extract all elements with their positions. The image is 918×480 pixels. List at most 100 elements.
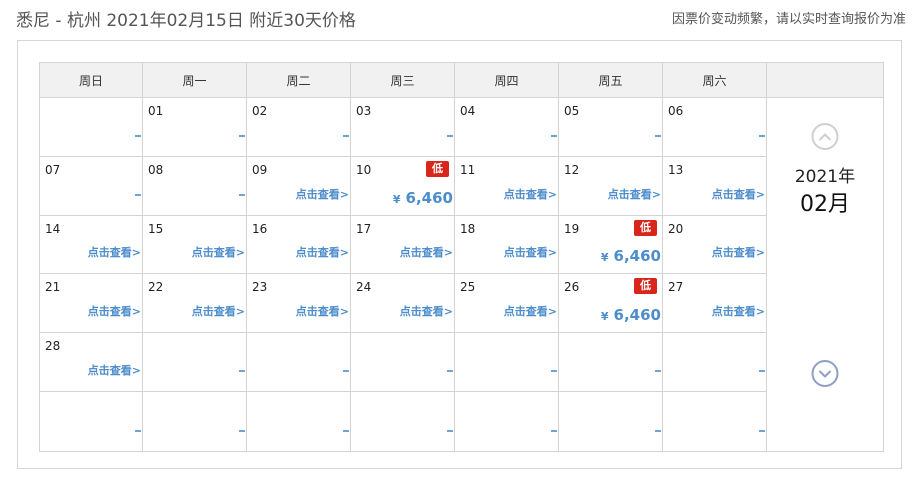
no-price-dash	[343, 429, 349, 432]
calendar-day-cell	[247, 392, 351, 451]
day-number: 19	[564, 221, 580, 236]
calendar-day-cell[interactable]: 14 点击查看>	[40, 215, 143, 275]
calendar-day-cell[interactable]: 20 点击查看>	[663, 215, 767, 275]
view-price-link[interactable]: 点击查看>	[400, 244, 453, 260]
calendar-day-cell	[40, 98, 143, 157]
view-price-link[interactable]: 点击查看>	[88, 303, 141, 319]
view-price-link[interactable]: 点击查看>	[608, 186, 661, 202]
currency-symbol: ¥	[600, 310, 609, 324]
day-number: 16	[252, 221, 268, 236]
no-price-dash	[343, 134, 349, 137]
calendar-day-cell: 08	[143, 156, 247, 216]
calendar-day-cell	[351, 333, 455, 393]
view-price-link[interactable]: 点击查看>	[296, 303, 349, 319]
calendar-day-cell[interactable]: 21 点击查看>	[40, 274, 143, 334]
price-amount: 6,460	[405, 188, 453, 207]
calendar-day-cell[interactable]: 25 点击查看>	[455, 274, 559, 334]
chevron-up-icon	[818, 132, 832, 141]
day-number: 20	[668, 221, 684, 236]
calendar-day-cell[interactable]: 27 点击查看>	[663, 274, 767, 334]
calendar-year: 2021年	[794, 167, 856, 187]
day-number: 13	[668, 162, 684, 177]
currency-symbol: ¥	[392, 192, 401, 206]
calendar-day-cell[interactable]: 28 点击查看>	[40, 333, 143, 393]
day-number: 26	[564, 280, 580, 295]
day-number: 12	[564, 162, 580, 177]
calendar-day-cell[interactable]: 18 点击查看>	[455, 215, 559, 275]
view-price-link[interactable]: 点击查看>	[88, 362, 141, 378]
calendar-day-cell[interactable]: 26 低 ¥6,460	[559, 274, 663, 334]
view-price-link[interactable]: 点击查看>	[504, 244, 557, 260]
price-link[interactable]: ¥6,460	[601, 247, 661, 265]
day-number: 10	[356, 162, 372, 177]
no-price-dash	[447, 429, 453, 432]
calendar-day-cell[interactable]: 17 点击查看>	[351, 215, 455, 275]
price-link[interactable]: ¥6,460	[601, 306, 661, 324]
view-price-link[interactable]: 点击查看>	[192, 244, 245, 260]
calendar-day-cell	[663, 392, 767, 451]
weekday-header-thu: 周四	[455, 63, 559, 98]
view-price-link[interactable]: 点击查看>	[88, 244, 141, 260]
calendar-day-cell: 05	[559, 98, 663, 157]
weekday-header-mon: 周一	[143, 63, 247, 98]
page-title: 悉尼 - 杭州 2021年02月15日 附近30天价格	[16, 11, 356, 31]
next-month-button[interactable]	[811, 360, 839, 387]
calendar-day-cell[interactable]: 09 点击查看>	[247, 156, 351, 216]
view-price-link[interactable]: 点击查看>	[504, 186, 557, 202]
side-header	[767, 63, 883, 98]
weekday-header-wed: 周三	[351, 63, 455, 98]
currency-symbol: ¥	[600, 251, 609, 265]
weekday-header-sun: 周日	[40, 63, 143, 98]
calendar-day-cell[interactable]: 22 点击查看>	[143, 274, 247, 334]
day-number: 08	[148, 162, 164, 177]
calendar-day-cell	[143, 392, 247, 451]
calendar-day-cell	[455, 392, 559, 451]
no-price-dash	[447, 370, 453, 373]
day-number: 04	[460, 104, 476, 118]
prev-month-button[interactable]	[811, 123, 839, 150]
day-number: 25	[460, 280, 476, 295]
calendar-day-cell[interactable]: 13 点击查看>	[663, 156, 767, 216]
calendar-day-cell[interactable]: 16 点击查看>	[247, 215, 351, 275]
view-price-link[interactable]: 点击查看>	[296, 186, 349, 202]
calendar-day-cell	[455, 333, 559, 393]
day-number: 28	[45, 339, 61, 354]
day-number: 23	[252, 280, 268, 295]
calendar-day-cell	[247, 333, 351, 393]
view-price-link[interactable]: 点击查看>	[712, 186, 765, 202]
price-link[interactable]: ¥6,460	[393, 189, 453, 207]
calendar-day-cell: 06	[663, 98, 767, 157]
calendar-day-cell: 07	[40, 156, 143, 216]
view-price-link[interactable]: 点击查看>	[712, 303, 765, 319]
no-price-dash	[239, 370, 245, 373]
day-number: 18	[460, 221, 476, 236]
day-number: 11	[460, 162, 476, 177]
no-price-dash	[551, 429, 557, 432]
view-price-link[interactable]: 点击查看>	[504, 303, 557, 319]
view-price-link[interactable]: 点击查看>	[192, 303, 245, 319]
weekday-header-tue: 周二	[247, 63, 351, 98]
calendar-day-cell: 02	[247, 98, 351, 157]
calendar-day-cell[interactable]: 11 点击查看>	[455, 156, 559, 216]
day-number: 14	[45, 221, 61, 236]
no-price-dash	[759, 134, 765, 137]
no-price-dash	[239, 193, 245, 196]
day-number: 17	[356, 221, 372, 236]
view-price-link[interactable]: 点击查看>	[712, 244, 765, 260]
calendar-day-cell[interactable]: 24 点击查看>	[351, 274, 455, 334]
calendar-day-cell	[143, 333, 247, 393]
calendar-day-cell[interactable]: 19 低 ¥6,460	[559, 215, 663, 275]
no-price-dash	[759, 429, 765, 432]
view-price-link[interactable]: 点击查看>	[400, 303, 453, 319]
day-number: 09	[252, 162, 268, 177]
day-number: 05	[564, 104, 580, 118]
calendar-day-cell	[40, 392, 143, 451]
view-price-link[interactable]: 点击查看>	[296, 244, 349, 260]
calendar-day-cell	[351, 392, 455, 451]
calendar-day-cell[interactable]: 12 点击查看>	[559, 156, 663, 216]
calendar-day-cell[interactable]: 15 点击查看>	[143, 215, 247, 275]
calendar-day-cell	[559, 333, 663, 393]
calendar-day-cell[interactable]: 23 点击查看>	[247, 274, 351, 334]
calendar-day-cell[interactable]: 10 低 ¥6,460	[351, 156, 455, 216]
no-price-dash	[759, 370, 765, 373]
